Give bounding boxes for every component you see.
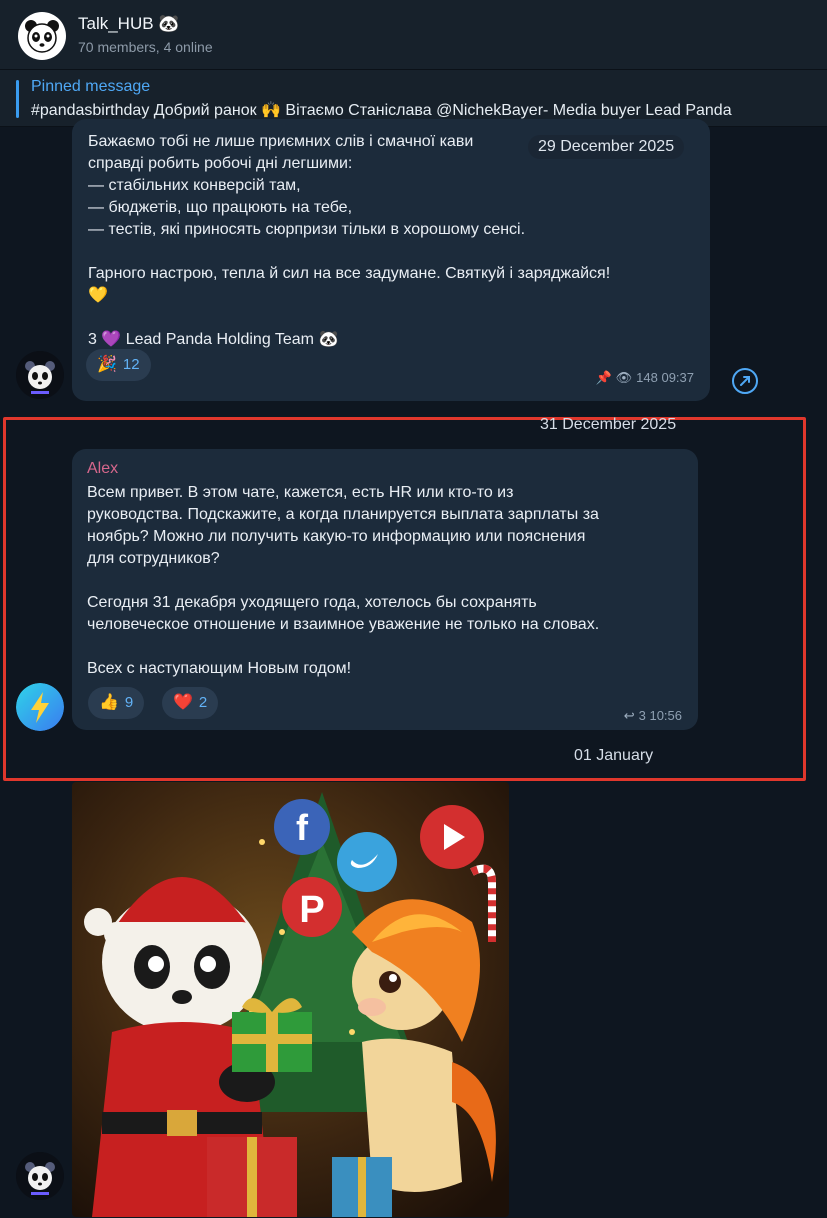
sender-avatar[interactable] — [16, 683, 64, 731]
share-icon — [732, 368, 758, 394]
panda-icon — [25, 20, 59, 53]
panda-icon — [16, 351, 64, 399]
pinned-label: Pinned message — [31, 78, 151, 95]
lightning-icon — [16, 683, 64, 731]
replies-time: 3 10:56 — [638, 708, 682, 723]
party-popper-icon: 🎉 — [97, 356, 117, 373]
date-separator: 01 January — [574, 747, 654, 764]
heart-icon: ❤️ — [173, 694, 193, 711]
message-text: Бажаємо тобі не лише приємних слів і сма… — [88, 133, 611, 348]
sender-avatar[interactable] — [16, 351, 64, 399]
date-separator: 31 December 2025 — [540, 416, 677, 433]
pinned-text: #pandasbirthday Добрий ранок 🙌 Вітаємо С… — [31, 102, 732, 119]
image-message[interactable]: f P — [72, 782, 509, 1217]
reaction-chip[interactable]: 🎉 12 — [86, 349, 151, 381]
message-bubble[interactable]: Бажаємо тобі не лише приємних слів і сма… — [72, 119, 710, 401]
svg-text:f: f — [296, 807, 309, 848]
panda-icon — [16, 1152, 64, 1200]
pin-icon: 📌 — [595, 370, 612, 385]
reply-icon: ↩ — [623, 708, 635, 723]
sender-name[interactable]: Alex — [87, 458, 118, 480]
chat-members-status: 70 members, 4 online — [78, 39, 213, 55]
group-avatar[interactable] — [18, 12, 66, 60]
reaction-chip[interactable]: 👍 9 — [88, 687, 145, 719]
forward-button[interactable] — [728, 364, 762, 398]
views-time: 148 09:37 — [636, 370, 694, 385]
chat-header[interactable]: Talk_HUB 🐼 70 members, 4 online — [0, 0, 827, 70]
message-bubble[interactable]: Alex Всем привет. В этом чате, кажется, … — [72, 449, 698, 730]
svg-text:P: P — [299, 889, 324, 931]
reaction-chip[interactable]: ❤️ 2 — [162, 687, 219, 719]
reaction-count: 12 — [122, 356, 140, 373]
date-separator: 29 December 2025 — [528, 135, 685, 159]
message-text: Всем привет. В этом чате, кажется, есть … — [87, 484, 600, 677]
holiday-illustration: f P — [72, 782, 509, 1217]
sender-avatar[interactable] — [16, 1152, 64, 1200]
telegram-window: Talk_HUB 🐼 70 members, 4 online Pinned m… — [0, 0, 827, 1218]
chat-title: Talk_HUB 🐼 — [78, 14, 180, 33]
message-list[interactable]: Бажаємо тобі не лише приємних слів і сма… — [0, 119, 827, 1218]
reaction-count: 2 — [198, 694, 208, 711]
eye-icon: 👁 — [615, 370, 633, 385]
reaction-count: 9 — [124, 694, 134, 711]
message-meta: ↩ 3 10:56 — [624, 705, 682, 727]
message-meta: 📌 👁 148 09:37 — [595, 367, 694, 389]
thumbs-up-icon: 👍 — [99, 694, 119, 711]
pinned-indicator — [16, 80, 19, 118]
